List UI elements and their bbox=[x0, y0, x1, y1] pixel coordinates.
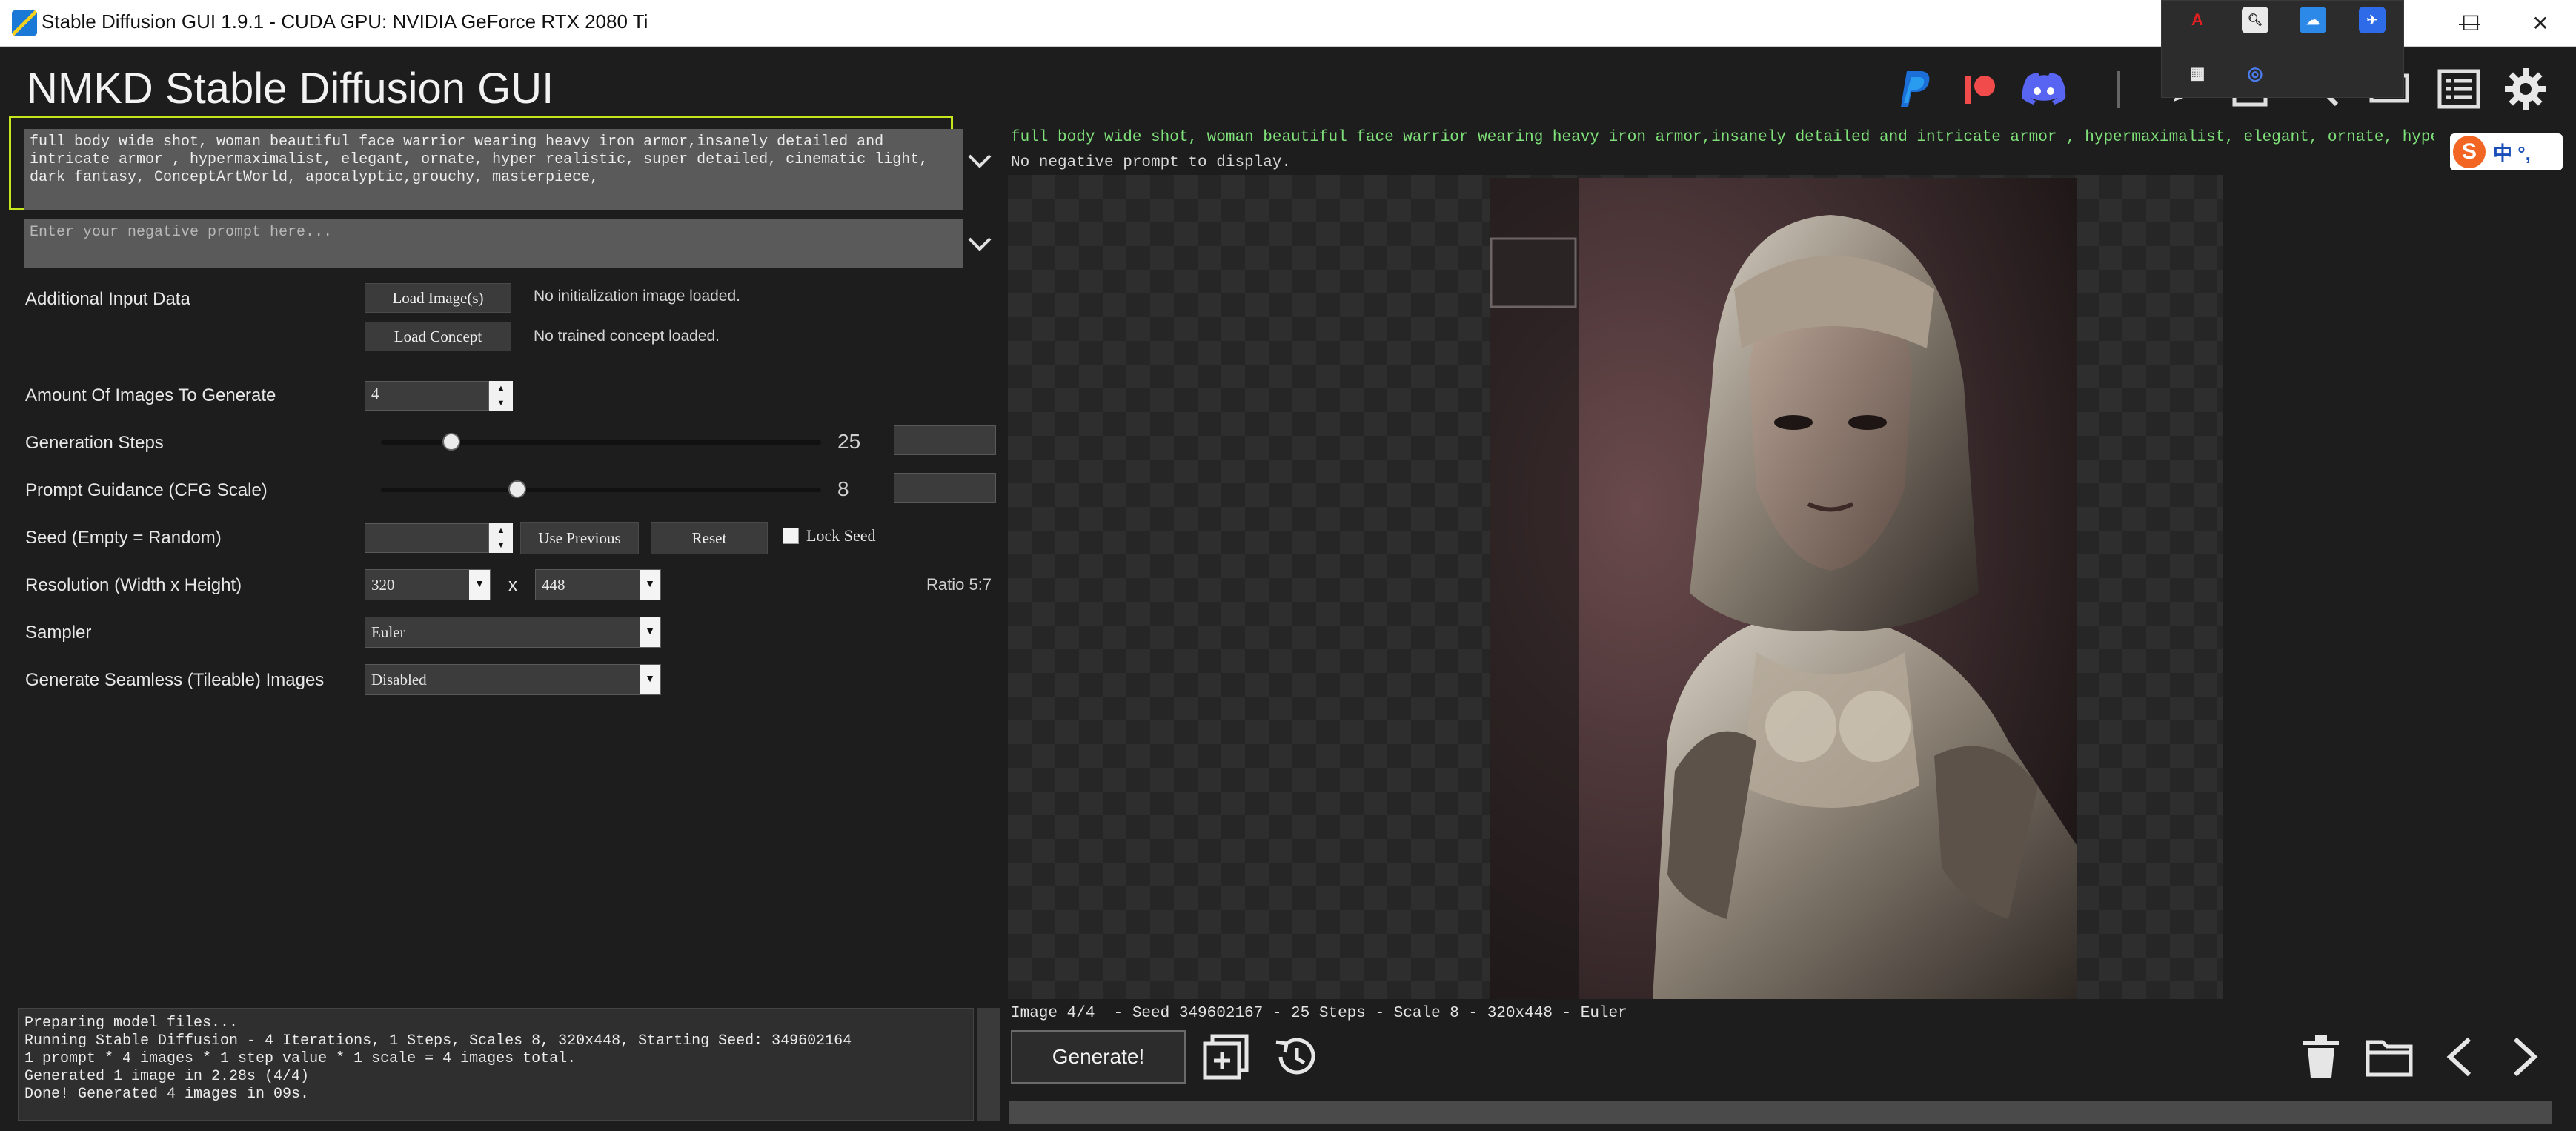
log-line: Done! Generated 4 images in 09s. bbox=[24, 1086, 310, 1103]
aspect-ratio: Ratio 5:7 bbox=[926, 575, 992, 594]
log-output[interactable]: Preparing model files... Running Stable … bbox=[18, 1008, 974, 1121]
height-select[interactable]: 448 ▼ bbox=[535, 569, 661, 600]
image-info: Image 4/4 - Seed 349602167 - 25 Steps - … bbox=[1011, 1005, 1627, 1022]
width-value: 320 bbox=[371, 575, 395, 594]
browser-icon[interactable]: ◎ bbox=[2242, 60, 2268, 87]
add-queue-icon[interactable] bbox=[1198, 1029, 1254, 1085]
patreon-icon[interactable] bbox=[1952, 61, 2008, 117]
acrobat-icon[interactable]: A bbox=[2184, 7, 2211, 33]
paypal-icon[interactable] bbox=[1888, 61, 1945, 117]
amount-input[interactable]: 4 bbox=[365, 381, 489, 411]
sampler-select[interactable]: Euler ▼ bbox=[365, 617, 661, 648]
feishu-icon[interactable]: ✈ bbox=[2359, 7, 2386, 33]
app-title: NMKD Stable Diffusion GUI bbox=[27, 64, 554, 113]
ime-indicator[interactable]: S 中 °, bbox=[2450, 133, 2563, 170]
log-scrollbar[interactable] bbox=[977, 1008, 1000, 1121]
chevron-down-icon: ▼ bbox=[640, 617, 660, 647]
lock-seed-label: Lock Seed bbox=[806, 526, 876, 545]
system-tray-overflow: A 🔍︎ ☁ ✈ ▦ ◎ bbox=[2161, 0, 2404, 98]
folder-icon[interactable] bbox=[2361, 1029, 2417, 1085]
steps-input[interactable] bbox=[894, 425, 996, 455]
window-title: Stable Diffusion GUI 1.9.1 - CUDA GPU: N… bbox=[42, 10, 648, 33]
discord-icon[interactable] bbox=[2016, 61, 2072, 117]
log-line: Generated 1 image in 2.28s (4/4) bbox=[24, 1068, 310, 1085]
search-icon[interactable]: 🔍︎ bbox=[2242, 7, 2268, 33]
seamless-label: Generate Seamless (Tileable) Images bbox=[25, 670, 325, 690]
preview-prompt: full body wide shot, woman beautiful fac… bbox=[1011, 129, 2434, 146]
amount-label: Amount Of Images To Generate bbox=[25, 385, 276, 405]
init-image-status: No initialization image loaded. bbox=[534, 288, 740, 305]
delete-icon[interactable] bbox=[2293, 1029, 2349, 1085]
load-concept-button[interactable]: Load Concept bbox=[365, 322, 511, 351]
close-button[interactable]: ✕ bbox=[2505, 0, 2576, 46]
height-value: 448 bbox=[542, 575, 565, 594]
steps-value: 25 bbox=[837, 430, 861, 453]
seamless-select[interactable]: Disabled ▼ bbox=[365, 664, 661, 695]
seamless-value: Disabled bbox=[371, 670, 427, 689]
seed-input[interactable] bbox=[365, 523, 489, 553]
list-icon[interactable] bbox=[2431, 61, 2487, 117]
expand-negative-prompt-icon[interactable] bbox=[966, 236, 993, 257]
use-previous-seed-button[interactable]: Use Previous bbox=[520, 522, 639, 554]
chevron-down-icon: ▼ bbox=[640, 665, 660, 694]
concept-status: No trained concept loaded. bbox=[534, 328, 720, 345]
next-image-icon[interactable] bbox=[2497, 1029, 2554, 1085]
resolution-label: Resolution (Width x Height) bbox=[25, 575, 242, 595]
steps-label: Generation Steps bbox=[25, 433, 164, 453]
preview-negative-prompt: No negative prompt to display. bbox=[1011, 154, 1292, 171]
prompt-scrollbar[interactable] bbox=[940, 129, 963, 210]
header-divider bbox=[2117, 71, 2120, 108]
negative-prompt-input[interactable]: Enter your negative prompt here... bbox=[24, 219, 940, 268]
expand-prompt-icon[interactable] bbox=[966, 153, 993, 174]
sampler-label: Sampler bbox=[25, 623, 92, 643]
steps-slider-thumb[interactable] bbox=[442, 433, 461, 451]
seed-stepper[interactable]: ▲ ▼ bbox=[489, 523, 513, 553]
cfg-label: Prompt Guidance (CFG Scale) bbox=[25, 480, 268, 500]
log-line: 1 prompt * 4 images * 1 step value * 1 s… bbox=[24, 1050, 577, 1067]
cfg-slider-track[interactable] bbox=[381, 488, 821, 492]
chevron-down-icon: ▼ bbox=[469, 570, 490, 600]
previous-image-icon[interactable] bbox=[2431, 1029, 2487, 1085]
cfg-value: 8 bbox=[837, 477, 849, 500]
chevron-down-icon: ▼ bbox=[640, 570, 660, 600]
prompt-input[interactable]: full body wide shot, woman beautiful fac… bbox=[24, 129, 940, 210]
cfg-input[interactable] bbox=[894, 473, 996, 503]
load-image-button[interactable]: Load Image(s) bbox=[365, 283, 511, 313]
resolution-x: x bbox=[508, 575, 517, 595]
log-line: Preparing model files... bbox=[24, 1015, 239, 1032]
sogou-icon: S bbox=[2453, 136, 2486, 168]
log-line: Running Stable Diffusion - 4 Iterations,… bbox=[24, 1032, 852, 1049]
seed-label: Seed (Empty = Random) bbox=[25, 528, 222, 548]
width-select[interactable]: 320 ▼ bbox=[365, 569, 491, 600]
sampler-value: Euler bbox=[371, 623, 405, 641]
generated-image[interactable] bbox=[1490, 178, 2077, 999]
negative-prompt-scrollbar[interactable] bbox=[940, 219, 963, 268]
docker-icon[interactable]: ▦ bbox=[2184, 60, 2211, 87]
lock-seed-checkbox[interactable] bbox=[783, 528, 799, 544]
app-logo-icon bbox=[12, 10, 37, 36]
reset-seed-button[interactable]: Reset bbox=[651, 522, 768, 554]
amount-stepper[interactable]: ▲ ▼ bbox=[489, 381, 513, 411]
progress-bar bbox=[1009, 1101, 2552, 1124]
gear-icon[interactable] bbox=[2497, 61, 2554, 117]
cfg-slider-thumb[interactable] bbox=[508, 480, 527, 498]
history-icon[interactable] bbox=[1267, 1029, 1324, 1085]
generate-button[interactable]: Generate! bbox=[1011, 1030, 1186, 1084]
ime-mode: 中 °, bbox=[2493, 142, 2531, 165]
additional-input-label: Additional Input Data bbox=[25, 289, 190, 309]
maximize-button[interactable]: ☐ bbox=[2435, 0, 2506, 46]
onedrive-icon[interactable]: ☁ bbox=[2300, 7, 2326, 33]
